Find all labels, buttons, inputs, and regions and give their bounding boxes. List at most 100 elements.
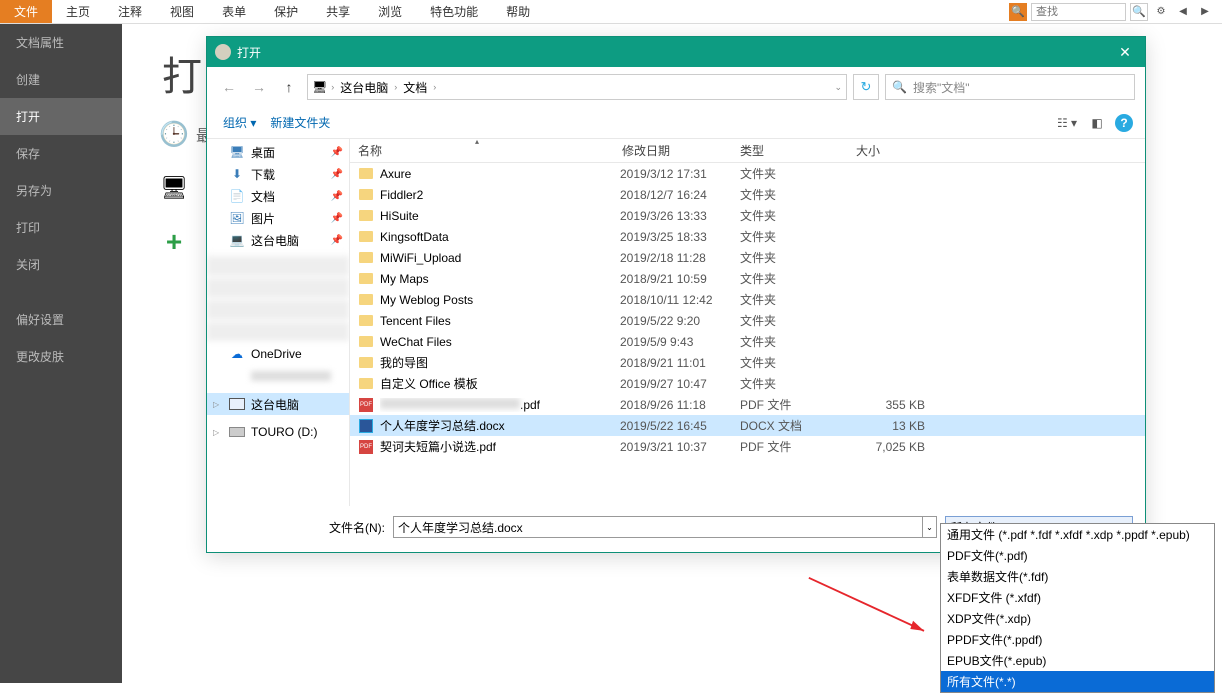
col-type[interactable]: 类型 <box>732 142 848 159</box>
ribbon-tab-6[interactable]: 共享 <box>312 0 364 23</box>
address-bar[interactable]: 🖥 › 这台电脑 › 文档 › ⌄ <box>307 74 847 100</box>
sidebar-item-3[interactable]: 保存 <box>0 135 122 172</box>
file-type-dropdown: 通用文件 (*.pdf *.fdf *.xfdf *.xdp *.ppdf *.… <box>940 523 1215 693</box>
organize-button[interactable]: 组织 ▾ <box>219 112 260 133</box>
ribbon-tab-8[interactable]: 特色功能 <box>416 0 492 23</box>
sidebar-item-7[interactable]: 偏好设置 <box>0 301 122 338</box>
col-name[interactable]: 名称 <box>350 142 614 159</box>
nav-onedrive[interactable]: ☁ OneDrive <box>207 343 349 365</box>
chevron-left-icon[interactable]: ◀ <box>1174 3 1192 21</box>
ribbon-tab-0[interactable]: 文件 <box>0 0 52 23</box>
file-size: 7,025 KB <box>855 440 925 454</box>
col-size[interactable]: 大小 <box>848 142 928 159</box>
sidebar-item-6[interactable]: 关闭 <box>0 246 122 283</box>
help-icon[interactable]: ? <box>1115 114 1133 132</box>
address-dropdown-icon[interactable]: ⌄ <box>834 82 842 93</box>
ribbon-search-input[interactable] <box>1031 3 1126 21</box>
sidebar-item-8[interactable]: 更改皮肤 <box>0 338 122 375</box>
breadcrumb-docs[interactable]: 文档 <box>401 79 429 96</box>
chevron-right-icon[interactable]: ▶ <box>1196 3 1214 21</box>
file-row[interactable]: 个人年度学习总结.docx 2019/5/22 16:45 DOCX 文档 13… <box>350 415 1145 436</box>
computer-icon: 🖥 <box>162 176 186 200</box>
filter-option[interactable]: PDF文件(*.pdf) <box>941 545 1214 566</box>
ribbon-tab-4[interactable]: 表单 <box>208 0 260 23</box>
file-row[interactable]: 自定义 Office 模板 2019/9/27 10:47 文件夹 <box>350 373 1145 394</box>
ribbon-tab-1[interactable]: 主页 <box>52 0 104 23</box>
breadcrumb-pc[interactable]: 这台电脑 <box>338 79 390 96</box>
new-folder-button[interactable]: 新建文件夹 <box>266 112 334 133</box>
ribbon-tab-9[interactable]: 帮助 <box>492 0 544 23</box>
back-button[interactable]: ← <box>217 75 241 99</box>
file-date: 2019/3/25 18:33 <box>620 230 740 244</box>
file-row[interactable]: Fiddler2 2018/12/7 16:24 文件夹 <box>350 184 1145 205</box>
search-icon[interactable]: 🔍 <box>1130 3 1148 21</box>
file-list: Axure 2019/3/12 17:31 文件夹 Fiddler2 2018/… <box>350 163 1145 506</box>
file-row[interactable]: Tencent Files 2019/5/22 9:20 文件夹 <box>350 310 1145 331</box>
file-type: 文件夹 <box>740 228 855 245</box>
file-type: 文件夹 <box>740 291 855 308</box>
filter-option[interactable]: 表单数据文件(*.fdf) <box>941 566 1214 587</box>
col-date[interactable]: 修改日期 <box>614 142 732 159</box>
nav-quick-document[interactable]: 📄文档📌 <box>207 185 349 207</box>
file-row[interactable]: My Weblog Posts 2018/10/11 12:42 文件夹 <box>350 289 1145 310</box>
file-date: 2019/5/22 9:20 <box>620 314 740 328</box>
filter-option[interactable]: XFDF文件 (*.xfdf) <box>941 587 1214 608</box>
nav-quick-download[interactable]: ⬇下载📌 <box>207 163 349 185</box>
ribbon-tab-2[interactable]: 注释 <box>104 0 156 23</box>
clock-icon: 🕒 <box>162 122 186 146</box>
filter-option[interactable]: EPUB文件(*.epub) <box>941 650 1214 671</box>
file-date: 2018/12/7 16:24 <box>620 188 740 202</box>
file-type: 文件夹 <box>740 375 855 392</box>
up-button[interactable]: ↑ <box>277 75 301 99</box>
ribbon-tab-5[interactable]: 保护 <box>260 0 312 23</box>
file-row[interactable]: 我的导图 2018/9/21 11:01 文件夹 <box>350 352 1145 373</box>
nav-drive-d[interactable]: ▷ TOURO (D:) <box>207 421 349 443</box>
view-icon[interactable]: ☷ ▾ <box>1055 111 1079 135</box>
file-row[interactable]: PDF 契诃夫短篇小说选.pdf 2019/3/21 10:37 PDF 文件 … <box>350 436 1145 457</box>
file-row[interactable]: Axure 2019/3/12 17:31 文件夹 <box>350 163 1145 184</box>
ribbon-tab-3[interactable]: 视图 <box>156 0 208 23</box>
folder-icon <box>358 229 374 245</box>
close-icon[interactable]: ✕ <box>1113 40 1137 64</box>
nav-quick-pc[interactable]: 💻这台电脑📌 <box>207 229 349 251</box>
folder-icon <box>358 271 374 287</box>
nav-quick-desktop[interactable]: 🖥桌面📌 <box>207 141 349 163</box>
dialog-search[interactable]: 🔍 搜索"文档" <box>885 74 1135 100</box>
file-name: 我的导图 <box>380 354 620 371</box>
folder-icon <box>358 292 374 308</box>
filter-option[interactable]: 所有文件(*.*) <box>941 671 1214 692</box>
gear-icon[interactable]: ⚙ <box>1152 3 1170 21</box>
filename-input[interactable] <box>393 516 923 538</box>
file-row[interactable]: MiWiFi_Upload 2019/2/18 11:28 文件夹 <box>350 247 1145 268</box>
file-name: My Maps <box>380 272 620 286</box>
file-date: 2019/3/21 10:37 <box>620 440 740 454</box>
file-date: 2018/9/21 11:01 <box>620 356 740 370</box>
filter-option[interactable]: XDP文件(*.xdp) <box>941 608 1214 629</box>
nav-thispc[interactable]: ▷ 这台电脑 <box>207 393 349 415</box>
dialog-icon <box>215 44 231 60</box>
file-row[interactable]: HiSuite 2019/3/26 13:33 文件夹 <box>350 205 1145 226</box>
file-size: 13 KB <box>855 419 925 433</box>
folder-icon <box>358 187 374 203</box>
refresh-button[interactable]: ↻ <box>853 74 879 100</box>
file-type: 文件夹 <box>740 312 855 329</box>
file-row[interactable]: KingsoftData 2019/3/25 18:33 文件夹 <box>350 226 1145 247</box>
filter-option[interactable]: 通用文件 (*.pdf *.fdf *.xfdf *.xdp *.ppdf *.… <box>941 524 1214 545</box>
sidebar-item-5[interactable]: 打印 <box>0 209 122 246</box>
filename-dropdown-icon[interactable]: ⌄ <box>923 516 937 538</box>
file-row[interactable]: My Maps 2018/9/21 10:59 文件夹 <box>350 268 1145 289</box>
sidebar-item-1[interactable]: 创建 <box>0 61 122 98</box>
sidebar-item-2[interactable]: 打开 <box>0 98 122 135</box>
preview-pane-icon[interactable]: ◧ <box>1085 111 1109 135</box>
filter-option[interactable]: PPDF文件(*.ppdf) <box>941 629 1214 650</box>
file-name: KingsoftData <box>380 230 620 244</box>
sidebar-item-4[interactable]: 另存为 <box>0 172 122 209</box>
ribbon-tab-7[interactable]: 浏览 <box>364 0 416 23</box>
folder-icon <box>358 313 374 329</box>
file-row[interactable]: WeChat Files 2019/5/9 9:43 文件夹 <box>350 331 1145 352</box>
sidebar-item-0[interactable]: 文档属性 <box>0 24 122 61</box>
search-icon-orange[interactable]: 🔍 <box>1009 3 1027 21</box>
nav-quick-picture[interactable]: 🖼图片📌 <box>207 207 349 229</box>
file-name: Axure <box>380 167 620 181</box>
file-row[interactable]: PDF .pdf 2018/9/26 11:18 PDF 文件 355 KB <box>350 394 1145 415</box>
